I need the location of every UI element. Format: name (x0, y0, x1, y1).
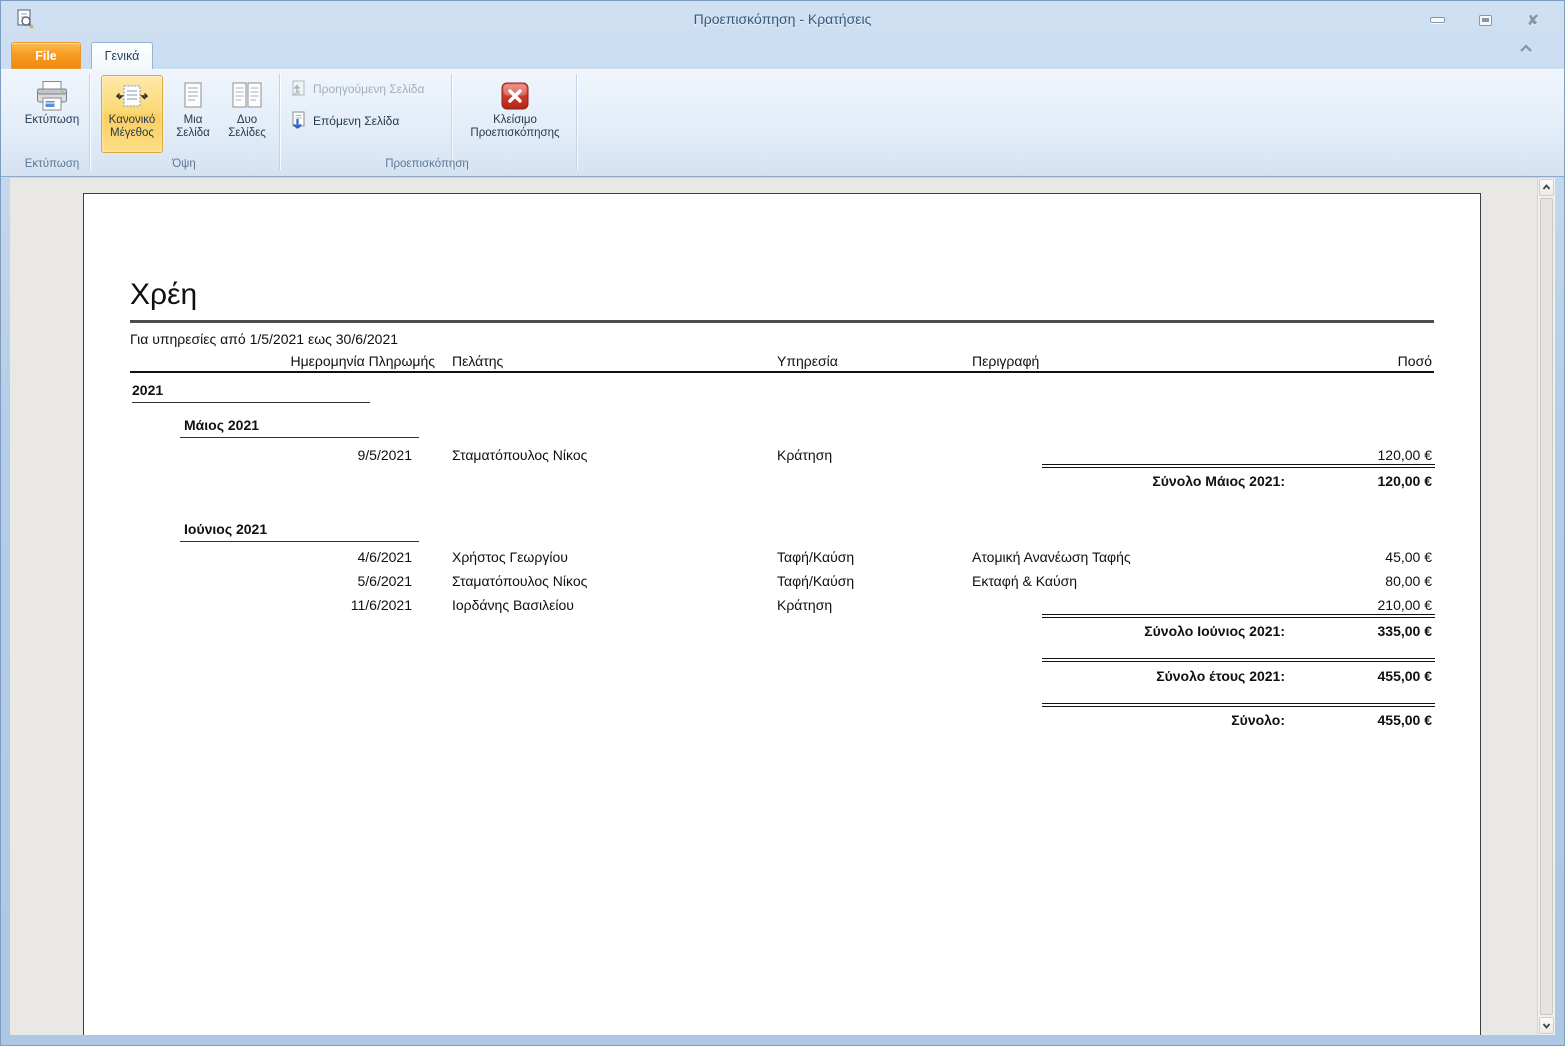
year-total-label: Σύνολο έτους 2021: (1156, 668, 1285, 684)
preview-area: Χρέη Για υπηρεσίες από 1/5/2021 εως 30/6… (10, 178, 1555, 1035)
one-page-label: Μια Σελίδα (170, 114, 216, 140)
title-rule (130, 320, 1434, 323)
minimize-button[interactable] (1428, 13, 1446, 27)
previous-page-icon (289, 79, 308, 98)
next-page-icon (289, 111, 308, 130)
row-service: Κράτηση (777, 597, 832, 613)
previous-page-button[interactable]: Προηγούμενη Σελίδα (289, 79, 424, 98)
month-total-label: Σύνολο Μάιος 2021: (1152, 473, 1285, 489)
scroll-up-button[interactable] (1539, 179, 1554, 196)
month-rule (180, 541, 419, 542)
scrollbar-thumb[interactable] (1540, 198, 1553, 1015)
grand-total-amount: 455,00 € (1378, 712, 1433, 728)
grand-total-label: Σύνολο: (1231, 712, 1285, 728)
one-page-button[interactable]: Μια Σελίδα (169, 75, 217, 153)
arrow-down-icon (1542, 1022, 1551, 1029)
preview-window: Προεπισκόπηση - Κρατήσεις ✘ File Γενικά (0, 0, 1565, 1046)
view-group-label: Όψη (121, 156, 247, 174)
tab-general-label: Γενικά (105, 49, 140, 63)
row-customer: Σταματόπουλος Νίκος (452, 573, 587, 589)
row-description: Ατομική Ανανέωση Ταφής (972, 549, 1131, 565)
total-rule (1042, 614, 1435, 618)
total-rule (1042, 703, 1435, 707)
row-amount: 45,00 € (1385, 549, 1432, 565)
row-date: 5/6/2021 (358, 573, 413, 589)
scroll-down-button[interactable] (1539, 1017, 1554, 1034)
print-button[interactable]: Εκτύπωση (17, 75, 87, 153)
previous-page-label: Προηγούμενη Σελίδα (313, 82, 424, 96)
row-description: Εκταφή & Καύση (972, 573, 1077, 589)
two-pages-icon (230, 80, 264, 112)
titlebar: Προεπισκόπηση - Κρατήσεις ✘ (1, 1, 1564, 39)
column-header-description: Περιγραφή (972, 353, 1039, 369)
tab-file[interactable]: File (11, 42, 81, 69)
maximize-button[interactable] (1476, 13, 1494, 27)
row-service: Κράτηση (777, 447, 832, 463)
month-total-label: Σύνολο Ιούνιος 2021: (1144, 623, 1285, 639)
ribbon-separator (279, 74, 280, 170)
tab-file-label: File (35, 49, 57, 63)
row-customer: Ιορδάνης Βασιλείου (452, 597, 574, 613)
one-page-icon (178, 80, 208, 112)
ribbon-separator (576, 74, 577, 170)
year-group-rule (132, 402, 370, 403)
print-button-label: Εκτύπωση (25, 114, 80, 127)
row-date: 4/6/2021 (358, 549, 413, 565)
year-group-header: 2021 (132, 382, 163, 398)
month-total-amount: 120,00 € (1378, 473, 1433, 489)
close-icon: ✘ (1527, 13, 1539, 27)
year-total-amount: 455,00 € (1378, 668, 1433, 684)
close-preview-icon (499, 80, 531, 112)
window-title: Προεπισκόπηση - Κρατήσεις (1, 11, 1564, 27)
month-header: Ιούνιος 2021 (184, 521, 267, 537)
month-header: Μάιος 2021 (184, 417, 259, 433)
row-amount: 80,00 € (1385, 573, 1432, 589)
row-customer: Χρήστος Γεωργίου (452, 549, 568, 565)
row-customer: Σταματόπουλος Νίκος (452, 447, 587, 463)
report-title: Χρέη (130, 278, 197, 312)
ribbon-separator (89, 74, 90, 170)
row-amount: 210,00 € (1378, 597, 1433, 613)
close-button[interactable]: ✘ (1524, 13, 1542, 27)
total-rule (1042, 658, 1435, 662)
two-pages-button[interactable]: Δυο Σελίδες (221, 75, 273, 153)
normal-size-label: Κανονικό Μέγεθος (102, 114, 162, 140)
vertical-scrollbar[interactable] (1537, 178, 1555, 1035)
row-service: Ταφή/Καύση (777, 573, 854, 589)
ribbon: Εκτύπωση Εκτύπωση Κανονικό Μέγεθος (1, 69, 1564, 177)
maximize-icon (1479, 15, 1492, 26)
next-page-button[interactable]: Επόμενη Σελίδα (289, 111, 399, 130)
tab-general[interactable]: Γενικά (91, 42, 153, 69)
printer-icon (35, 80, 69, 112)
column-header-service: Υπηρεσία (777, 353, 838, 369)
row-date: 9/5/2021 (358, 447, 413, 463)
next-page-label: Επόμενη Σελίδα (313, 114, 399, 128)
print-group-label: Εκτύπωση (7, 156, 97, 174)
header-rule (130, 371, 1434, 373)
row-service: Ταφή/Καύση (777, 549, 854, 565)
normal-size-icon (116, 80, 148, 112)
preview-group-label: Προεπισκόπηση (331, 156, 523, 174)
report-page: Χρέη Για υπηρεσίες από 1/5/2021 εως 30/6… (83, 193, 1481, 1035)
month-total-amount: 335,00 € (1378, 623, 1433, 639)
close-preview-label: Κλείσιμο Προεπισκόπησης (460, 114, 570, 140)
column-header-amount: Ποσό (1398, 353, 1432, 369)
minimize-icon (1430, 17, 1445, 23)
two-pages-label: Δυο Σελίδες (222, 114, 272, 140)
row-amount: 120,00 € (1378, 447, 1433, 463)
column-header-customer: Πελάτης (452, 353, 503, 369)
column-header-date: Ημερομηνία Πληρωμής (290, 353, 435, 369)
total-rule (1042, 464, 1435, 468)
normal-size-button[interactable]: Κανονικό Μέγεθος (101, 75, 163, 153)
row-date: 11/6/2021 (351, 597, 412, 613)
month-rule (180, 437, 419, 438)
close-preview-button[interactable]: Κλείσιμο Προεπισκόπησης (459, 75, 571, 153)
ribbon-tabstrip: File Γενικά (1, 39, 1564, 69)
report-subtitle: Για υπηρεσίες από 1/5/2021 εως 30/6/2021 (130, 331, 398, 347)
arrow-up-icon (1542, 184, 1551, 191)
